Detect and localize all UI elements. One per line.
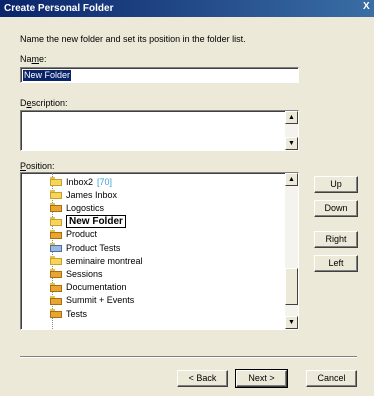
unread-count: [70]: [97, 176, 113, 187]
tree-item-label: Inbox2: [66, 176, 94, 187]
tree-item[interactable]: Product Tests: [50, 242, 120, 253]
tree-item-label: Product: [66, 229, 98, 240]
footer-divider: [20, 356, 357, 358]
tree-item[interactable]: seminaire montreal: [50, 255, 143, 266]
back-button[interactable]: < Back: [177, 370, 228, 387]
tree-item[interactable]: James Inbox: [50, 189, 117, 200]
position-label: Position:: [20, 161, 55, 171]
tree-item-label: James Inbox: [66, 189, 118, 200]
folder-dark-icon: [50, 269, 62, 279]
tree-item[interactable]: Product: [50, 229, 97, 240]
folder-dark-icon: [50, 282, 62, 292]
right-button[interactable]: Right: [314, 231, 358, 248]
tree-item-label: Sessions: [66, 268, 103, 279]
tree-item[interactable]: New Folder: [50, 214, 126, 228]
folder-dark-icon: [50, 203, 62, 213]
description-scrollbar[interactable]: ▲ ▼: [285, 111, 298, 150]
position-scrollbar[interactable]: ▲ ▼: [285, 173, 298, 329]
scrollbar-thumb[interactable]: [285, 268, 298, 305]
folder-dark-icon: [50, 309, 62, 318]
folder-icon: [50, 216, 62, 226]
tree-item-label: Documentation: [66, 282, 127, 293]
up-button[interactable]: Up: [314, 176, 358, 193]
cancel-button[interactable]: Cancel: [306, 370, 357, 387]
tree-item-label: Logostics: [66, 202, 105, 213]
down-button[interactable]: Down: [314, 200, 358, 217]
special-folder-icon: [50, 243, 62, 252]
position-tree[interactable]: Inbox2 [70] James Inbox Logostics New Folder…: [20, 172, 299, 330]
scroll-up-icon[interactable]: ▲: [285, 173, 298, 186]
tree-item-label: Summit + Events: [66, 295, 135, 306]
intro-text: Name the new folder and set its position…: [20, 34, 246, 44]
title-bar: Create Personal Folder X: [0, 0, 374, 17]
tree-item[interactable]: Summit + Events: [50, 295, 134, 306]
folder-icon: [50, 190, 62, 200]
tree-item-label: Product Tests: [66, 242, 121, 253]
close-icon[interactable]: X: [363, 1, 374, 15]
tree-item[interactable]: Inbox2 [70]: [50, 176, 112, 187]
scroll-down-icon[interactable]: ▼: [285, 316, 298, 329]
folder-icon: [50, 256, 62, 266]
folder-dark-icon: [50, 229, 62, 239]
window-title: Create Personal Folder: [4, 3, 114, 14]
left-button[interactable]: Left: [314, 255, 358, 272]
tree-item[interactable]: Tests: [50, 308, 87, 319]
create-personal-folder-dialog: Create Personal Folder X Name the new fo…: [0, 0, 374, 396]
tree-item-label: seminaire montreal: [66, 255, 143, 266]
description-label: Description:: [20, 98, 68, 108]
tree-item-label: Tests: [66, 308, 88, 319]
tree-item[interactable]: Documentation: [50, 282, 127, 293]
tree-item-label: New Folder: [66, 214, 126, 228]
name-field-value: New Folder: [23, 70, 72, 81]
scroll-up-icon[interactable]: ▲: [285, 111, 298, 124]
description-field[interactable]: ▲ ▼: [20, 110, 299, 151]
tree-item[interactable]: Sessions: [50, 268, 103, 279]
tree-item[interactable]: Logostics: [50, 202, 104, 213]
next-button[interactable]: Next >: [235, 369, 288, 388]
folder-dark-icon: [50, 295, 62, 305]
scroll-down-icon[interactable]: ▼: [285, 137, 298, 150]
name-label: Name:: [20, 54, 47, 64]
folder-icon: [50, 177, 62, 186]
name-field[interactable]: New Folder: [20, 67, 299, 83]
